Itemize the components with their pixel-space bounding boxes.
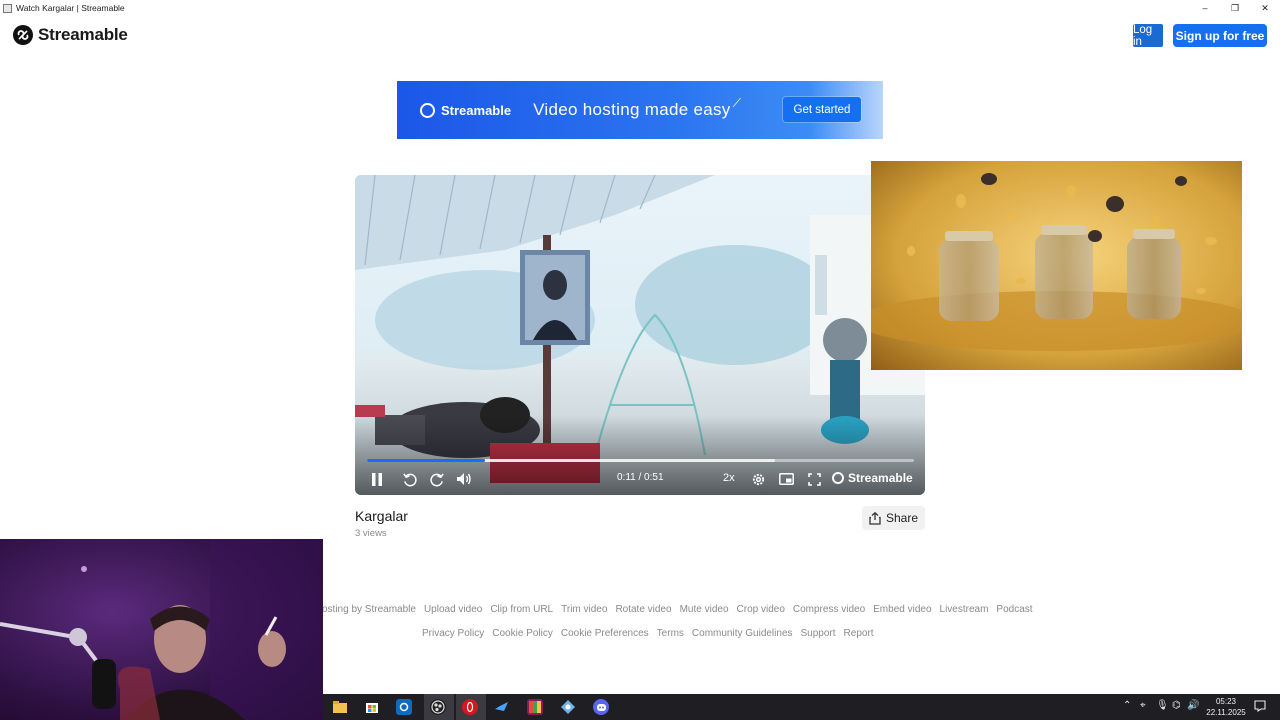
rewind-button[interactable] [399, 468, 419, 490]
restore-button[interactable]: ❐ [1220, 0, 1250, 16]
view-count: 3 views [355, 528, 387, 539]
opera-icon[interactable] [462, 699, 478, 715]
banner-logo-icon [420, 102, 435, 118]
fullscreen-button[interactable] [805, 468, 823, 490]
browser-app-icon [3, 3, 12, 13]
sparkle-icon: ⟋ [732, 95, 741, 110]
winrar-icon[interactable] [527, 699, 543, 715]
pause-icon [372, 472, 382, 486]
chevron-up-icon[interactable]: ⌃ [1123, 700, 1131, 711]
footer-link[interactable]: Community Guidelines [692, 628, 793, 639]
coin-jars-overlay-image [871, 161, 1242, 370]
login-button[interactable]: Log in [1133, 24, 1163, 48]
file-explorer-icon[interactable] [332, 699, 348, 715]
window-titlebar: Watch Kargalar | Streamable – ❐ ✕ [0, 0, 1280, 16]
clock-time: 05:23 [1215, 697, 1237, 706]
minimize-button[interactable]: – [1190, 0, 1220, 16]
footer-link[interactable]: Mute video [680, 604, 729, 615]
outlook-icon[interactable] [396, 699, 412, 715]
discord-icon[interactable] [593, 699, 609, 715]
playback-time: 0:11 / 0:51 [617, 472, 664, 483]
streamable-logo-icon [13, 25, 33, 45]
footer-link[interactable]: Rotate video [615, 604, 671, 615]
taskbar: ⌃ ⌖ 🎙 ⌬ 🔊 05:23 22.11.2025 [323, 694, 1280, 720]
gear-icon [752, 473, 764, 485]
volume-button[interactable] [454, 468, 474, 490]
share-icon [869, 511, 881, 525]
footer-links-row-1: osting by Streamable Upload video Clip f… [322, 604, 1041, 615]
footer-link[interactable]: Terms [657, 628, 684, 639]
get-started-button[interactable]: Get started [783, 97, 861, 122]
settings-button[interactable] [749, 468, 767, 490]
video-player[interactable]: 0:11 / 0:51 2x Streamable [355, 175, 925, 495]
footer-link[interactable]: Privacy Policy [422, 628, 484, 639]
footer-link[interactable]: Compress video [793, 604, 865, 615]
footer-link[interactable]: Cookie Preferences [561, 628, 649, 639]
system-clock[interactable]: 05:23 22.11.2025 [1203, 696, 1249, 718]
share-label: Share [885, 511, 919, 525]
pip-icon [778, 473, 794, 485]
volume-icon [457, 473, 471, 485]
player-controls: 0:11 / 0:51 2x Streamable [355, 468, 925, 490]
footer-link[interactable]: Trim video [561, 604, 607, 615]
picture-in-picture-button[interactable] [777, 468, 795, 490]
screen: Watch Kargalar | Streamable – ❐ ✕ Stream… [0, 0, 1280, 720]
footer-link[interactable]: osting by Streamable [322, 604, 416, 615]
obs-icon[interactable] [430, 699, 446, 715]
footer-link[interactable]: Livestream [940, 604, 989, 615]
forward-button[interactable] [427, 468, 447, 490]
player-brand-link[interactable]: Streamable [832, 471, 913, 485]
video-title: Kargalar [355, 508, 408, 524]
playback-speed-button[interactable]: 2x [723, 472, 735, 484]
progress-played [367, 459, 485, 462]
pause-button[interactable] [367, 468, 387, 490]
footer-link[interactable]: Support [801, 628, 836, 639]
footer-link[interactable]: Podcast [996, 604, 1032, 615]
usb-icon[interactable]: ⌖ [1140, 700, 1146, 711]
close-window-button[interactable]: ✕ [1250, 0, 1280, 16]
banner-logo: Streamable [420, 102, 512, 118]
store-icon[interactable] [364, 699, 380, 715]
window-controls: – ❐ ✕ [1190, 0, 1280, 16]
footer-links-row-2: Privacy Policy Cookie Policy Cookie Pref… [422, 628, 882, 639]
forward-icon [429, 472, 444, 486]
video-frame[interactable] [355, 175, 925, 495]
brand-name: Streamable [38, 25, 128, 44]
notifications-icon[interactable] [1254, 700, 1266, 715]
network-icon[interactable]: ⌬ [1172, 700, 1181, 711]
footer-link[interactable]: Upload video [424, 604, 482, 615]
network-tool-icon[interactable] [560, 699, 576, 715]
fullscreen-icon [807, 472, 821, 486]
microphone-icon[interactable]: 🎙 [1156, 700, 1169, 711]
window-title: Watch Kargalar | Streamable [16, 3, 125, 13]
banner-tagline: Video hosting made easy [533, 100, 731, 119]
footer-link[interactable]: Embed video [873, 604, 931, 615]
ad-banner[interactable]: Streamable Video hosting made easy ⟋ Get… [397, 81, 883, 139]
webcam-overlay [0, 539, 323, 720]
footer-link[interactable]: Crop video [737, 604, 785, 615]
signup-button[interactable]: Sign up for free [1173, 24, 1267, 47]
footer-link[interactable]: Report [844, 628, 874, 639]
progress-bar[interactable] [367, 459, 914, 462]
streamable-logo[interactable]: Streamable [13, 25, 128, 45]
rewind-icon [402, 472, 417, 486]
clock-date: 22.11.2025 [1206, 708, 1246, 717]
volume-tray-icon[interactable]: 🔊 [1187, 700, 1199, 711]
streamable-mini-logo-icon [832, 472, 844, 484]
player-brand-label: Streamable [848, 471, 913, 485]
share-button[interactable]: Share [862, 506, 925, 530]
footer-link[interactable]: Cookie Policy [492, 628, 553, 639]
footer-link[interactable]: Clip from URL [490, 604, 553, 615]
steam-icon[interactable] [494, 699, 510, 715]
banner-brand: Streamable [441, 102, 512, 118]
